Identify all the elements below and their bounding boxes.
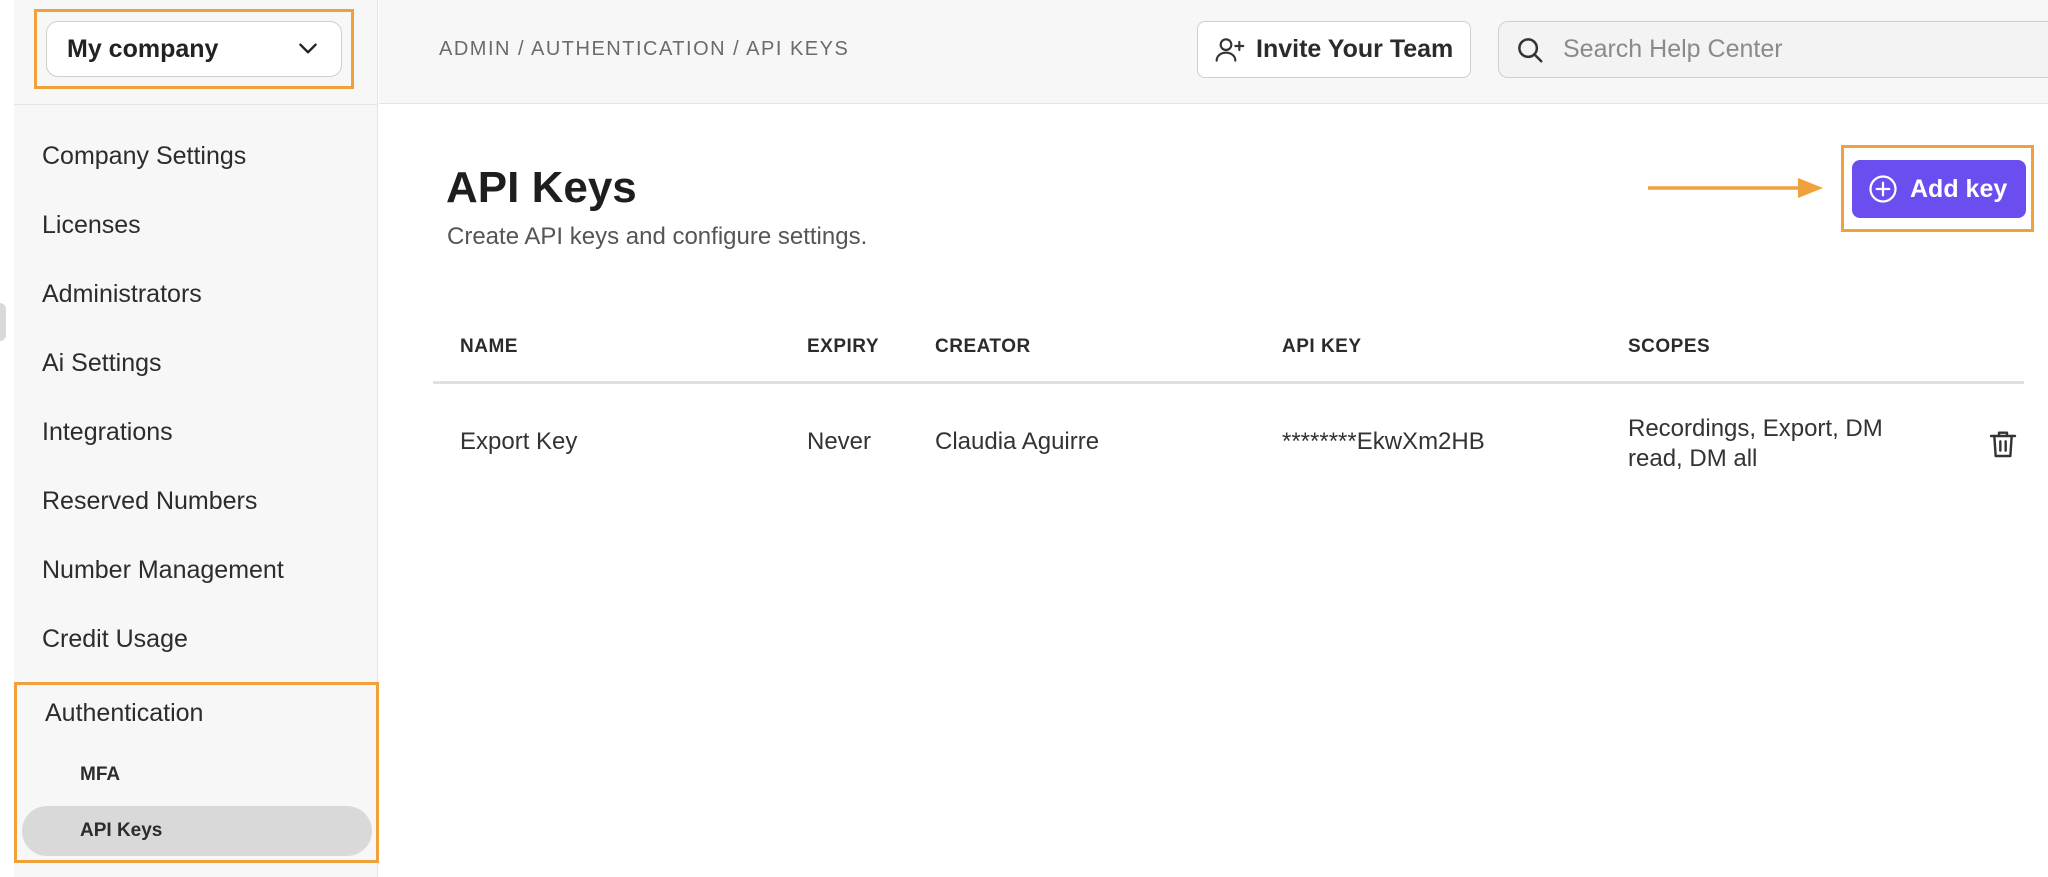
trash-icon[interactable] (1987, 428, 2019, 460)
top-bar: ADMIN / AUTHENTICATION / API KEYS Invite… (379, 0, 2048, 104)
column-header-api-key[interactable]: API KEY (1282, 336, 1362, 358)
plus-circle-icon (1869, 175, 1897, 203)
search-box[interactable] (1498, 21, 2048, 78)
invite-team-label: Invite Your Team (1256, 35, 1454, 63)
invite-team-button[interactable]: Invite Your Team (1197, 21, 1471, 78)
authentication-highlight: Authentication MFA API Keys (14, 682, 379, 863)
sidebar-item-authentication[interactable]: Authentication (45, 699, 203, 728)
cell-expiry: Never (807, 428, 872, 455)
sidebar-item-company-settings[interactable]: Company Settings (14, 122, 378, 191)
sidebar-item-licenses[interactable]: Licenses (14, 191, 378, 260)
column-header-name[interactable]: NAME (460, 336, 518, 358)
add-key-highlight: Add key (1841, 145, 2034, 232)
sidebar-item-reserved-numbers[interactable]: Reserved Numbers (14, 467, 378, 536)
collapse-handle[interactable] (0, 303, 6, 341)
sidebar-item-administrators[interactable]: Administrators (14, 260, 378, 329)
sidebar-nav: Company Settings Licenses Administrators… (14, 122, 378, 674)
cell-name: Export Key (460, 428, 578, 455)
page-subtitle: Create API keys and configure settings. (447, 223, 868, 250)
cell-api-key: ********EkwXm2HB (1282, 428, 1485, 455)
table-header: NAME EXPIRY CREATOR API KEY SCOPES (433, 316, 2024, 384)
sidebar-subitem-mfa[interactable]: MFA (22, 750, 372, 800)
chevron-down-icon (299, 43, 317, 54)
table-row[interactable]: Export Key Never Claudia Aguirre *******… (433, 384, 2024, 504)
search-input[interactable] (1563, 35, 1943, 64)
column-header-expiry[interactable]: EXPIRY (807, 336, 879, 358)
company-selector-highlight: My company (34, 9, 354, 89)
sidebar-item-integrations[interactable]: Integrations (14, 398, 378, 467)
sidebar-item-ai-settings[interactable]: Ai Settings (14, 329, 378, 398)
company-selector[interactable]: My company (46, 21, 342, 77)
column-header-scopes[interactable]: SCOPES (1628, 336, 1710, 358)
search-icon (1518, 37, 1543, 62)
add-key-button[interactable]: Add key (1852, 160, 2026, 218)
left-edge (0, 0, 14, 877)
user-plus-icon (1215, 37, 1245, 62)
sidebar-divider (14, 104, 378, 105)
sidebar-item-number-management[interactable]: Number Management (14, 536, 378, 605)
page-title: API Keys (446, 163, 637, 212)
company-name: My company (67, 34, 219, 63)
cell-creator: Claudia Aguirre (935, 428, 1100, 455)
column-header-creator[interactable]: CREATOR (935, 336, 1031, 358)
arrow-right-icon (1648, 178, 1823, 198)
sidebar-subitem-api-keys[interactable]: API Keys (22, 806, 372, 856)
sidebar-item-credit-usage[interactable]: Credit Usage (14, 605, 378, 674)
api-keys-table: NAME EXPIRY CREATOR API KEY SCOPES Expor… (433, 316, 2024, 504)
breadcrumb: ADMIN / AUTHENTICATION / API KEYS (439, 38, 850, 60)
add-key-label: Add key (1910, 174, 2008, 203)
cell-scopes: Recordings, Export, DM read, DM all (1628, 415, 1883, 472)
